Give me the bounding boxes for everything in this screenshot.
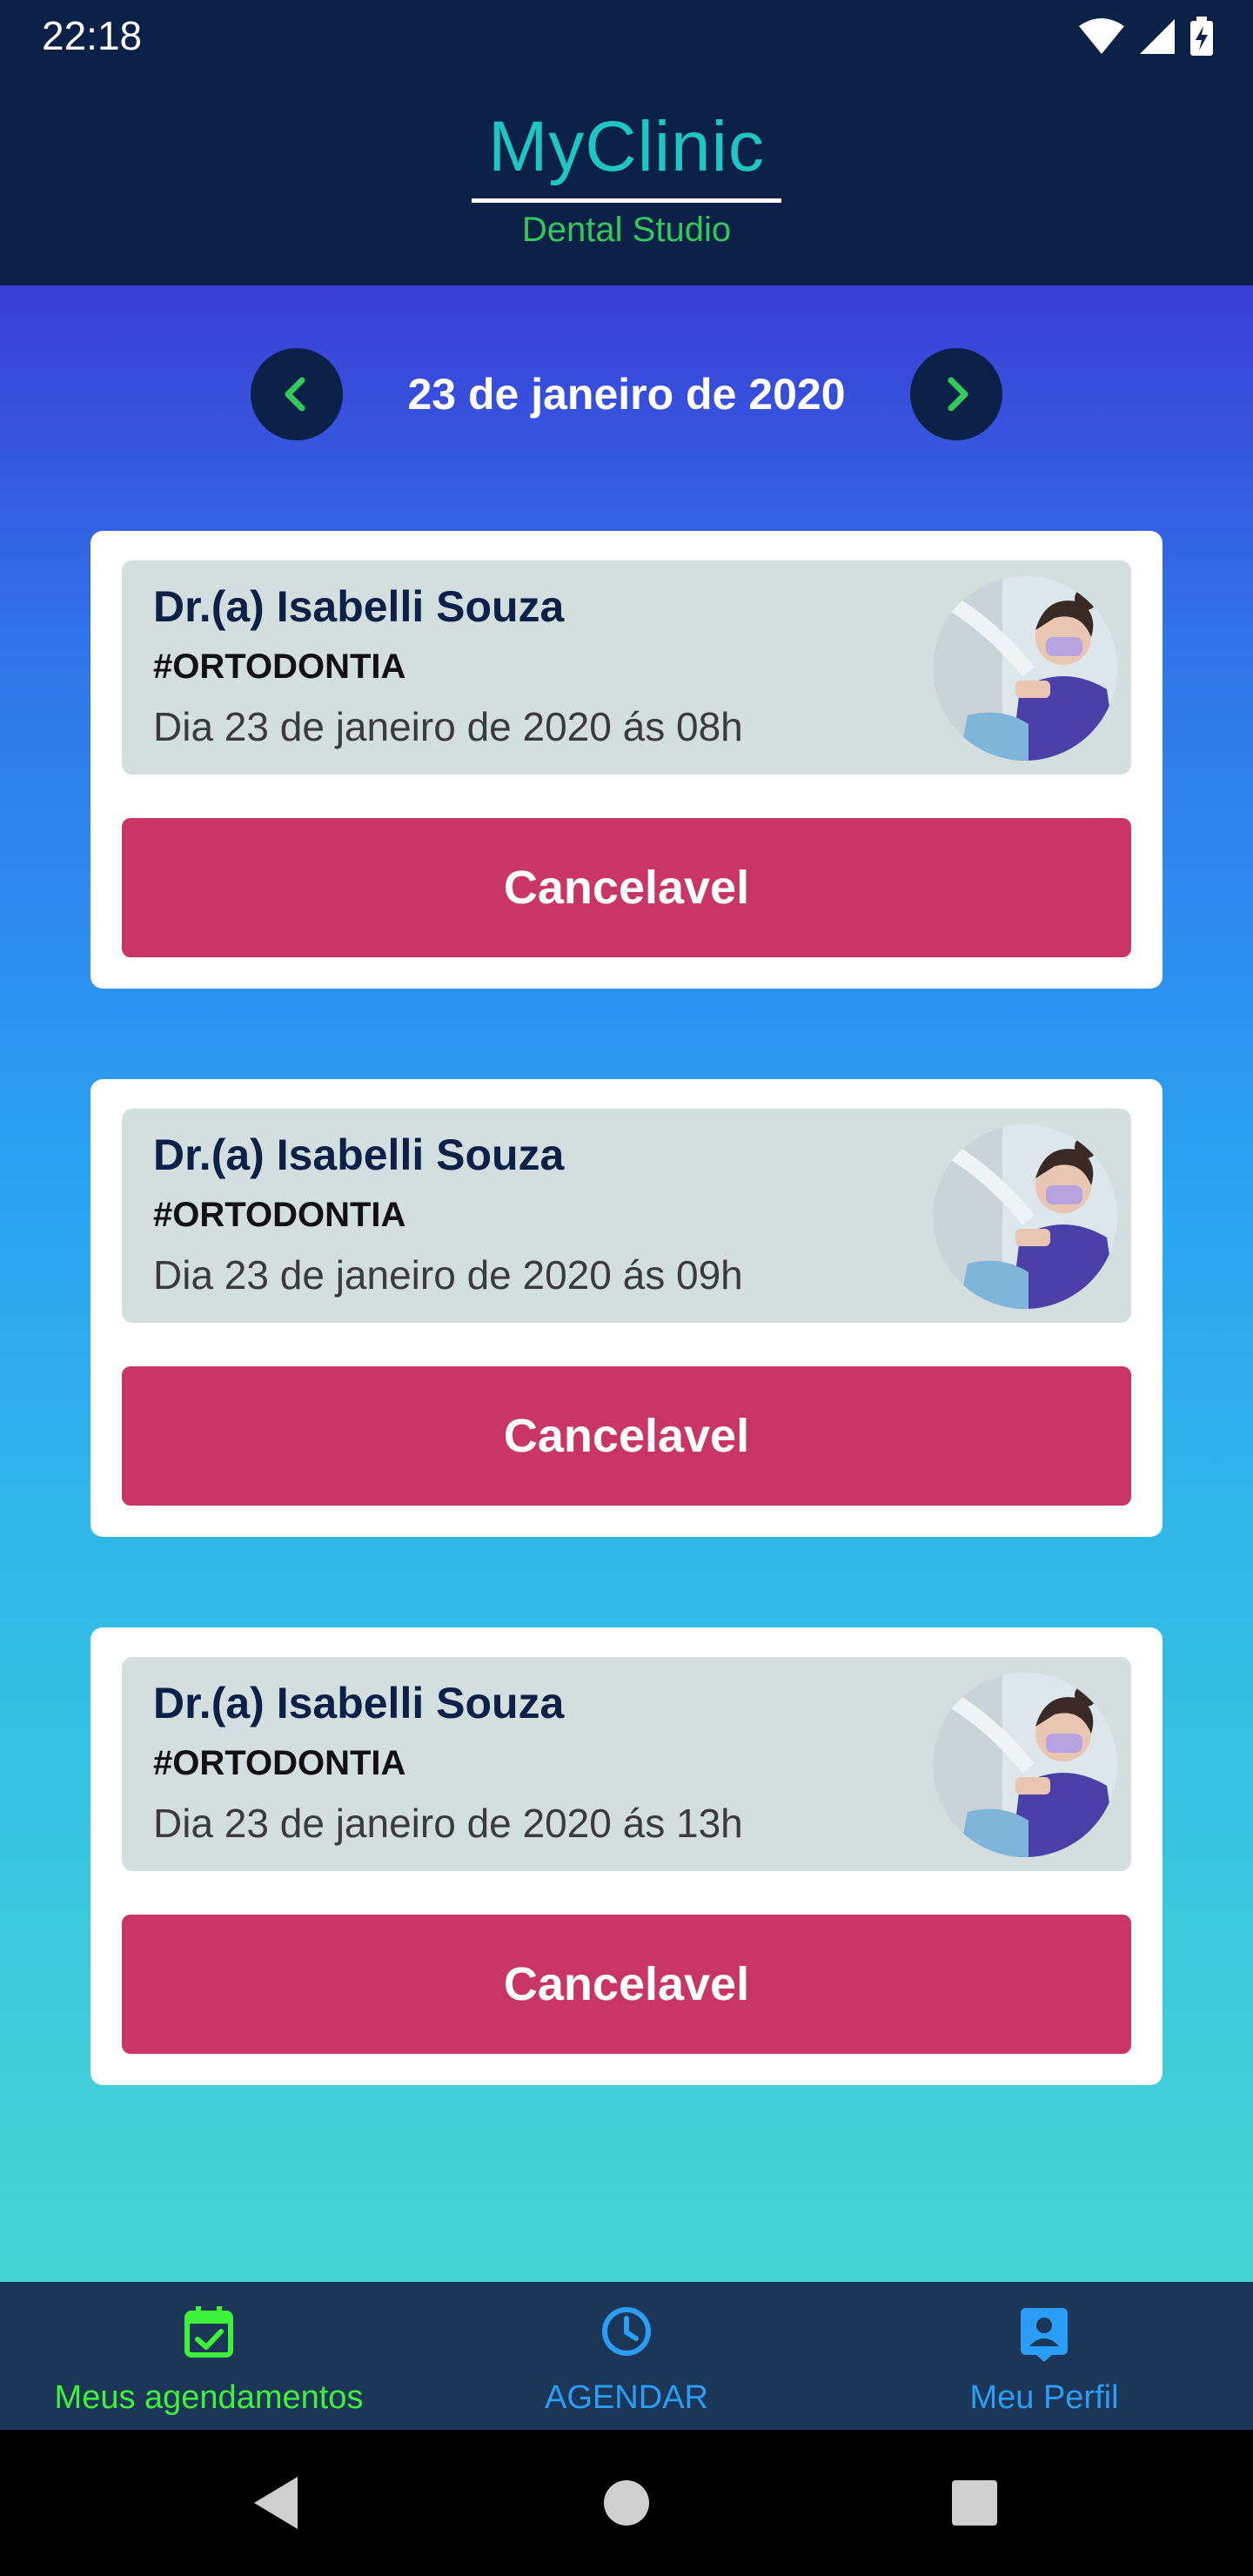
tab-label: Meu Perfil bbox=[969, 2379, 1119, 2416]
specialty-tag: #ORTODONTIA bbox=[153, 1744, 406, 1782]
wifi-icon bbox=[1079, 18, 1124, 54]
tab-meus-agendamentos[interactable]: Meus agendamentos bbox=[0, 2282, 418, 2430]
tab-meu-perfil[interactable]: Meu Perfil bbox=[835, 2282, 1253, 2430]
appointment-card: Dr.(a) Isabelli Souza #ORTODONTIA Dia 23… bbox=[90, 531, 1163, 989]
appointment-info: Dr.(a) Isabelli Souza #ORTODONTIA Dia 23… bbox=[122, 1657, 1131, 1871]
system-navigation-bar bbox=[0, 2430, 1253, 2576]
specialty-tag: #ORTODONTIA bbox=[153, 647, 406, 686]
cancel-appointment-button[interactable]: Cancelavel bbox=[122, 1366, 1131, 1506]
status-time: 22:18 bbox=[42, 13, 143, 58]
back-icon[interactable] bbox=[245, 2470, 312, 2536]
selected-date: 23 de janeiro de 2020 bbox=[407, 370, 846, 419]
appointment-card: Dr.(a) Isabelli Souza #ORTODONTIA Dia 23… bbox=[90, 1079, 1163, 1537]
cancel-appointment-button[interactable]: Cancelavel bbox=[122, 1915, 1131, 2054]
doctor-name: Dr.(a) Isabelli Souza bbox=[153, 1679, 565, 1727]
appointment-info: Dr.(a) Isabelli Souza #ORTODONTIA Dia 23… bbox=[122, 1109, 1131, 1323]
doctor-avatar bbox=[933, 576, 1117, 761]
bottom-navigation: Meus agendamentos AGENDAR Meu Perfil bbox=[0, 2282, 1253, 2430]
status-bar: 22:18 bbox=[0, 0, 1253, 73]
status-icons bbox=[1077, 16, 1215, 57]
appointment-datetime: Dia 23 de janeiro de 2020 ás 08h bbox=[153, 704, 743, 749]
home-icon[interactable] bbox=[593, 2470, 660, 2536]
doctor-name: Dr.(a) Isabelli Souza bbox=[153, 1130, 565, 1179]
calendar-check-icon bbox=[184, 2306, 233, 2358]
app-header: MyClinic Dental Studio bbox=[0, 73, 1253, 285]
doctor-name: Dr.(a) Isabelli Souza bbox=[153, 582, 565, 631]
appointment-datetime: Dia 23 de janeiro de 2020 ás 13h bbox=[153, 1801, 743, 1846]
date-navigator: 23 de janeiro de 2020 bbox=[0, 348, 1253, 444]
cancel-appointment-button[interactable]: Cancelavel bbox=[122, 818, 1131, 957]
appointment-datetime: Dia 23 de janeiro de 2020 ás 09h bbox=[153, 1252, 743, 1298]
clock-icon bbox=[602, 2307, 651, 2356]
signal-icon bbox=[1140, 19, 1175, 54]
title-underline bbox=[472, 198, 781, 203]
appointment-card: Dr.(a) Isabelli Souza #ORTODONTIA Dia 23… bbox=[90, 1627, 1163, 2085]
battery-charging-icon bbox=[1190, 17, 1213, 56]
recents-icon[interactable] bbox=[941, 2470, 1008, 2536]
app-title: MyClinic bbox=[488, 107, 765, 186]
profile-card-icon bbox=[1021, 2308, 1068, 2362]
tab-agendar[interactable]: AGENDAR bbox=[418, 2282, 835, 2430]
chevron-right-icon bbox=[948, 377, 968, 412]
tab-label: Meus agendamentos bbox=[54, 2379, 364, 2416]
doctor-avatar bbox=[933, 1124, 1117, 1309]
appointment-info: Dr.(a) Isabelli Souza #ORTODONTIA Dia 23… bbox=[122, 560, 1131, 775]
tab-label: AGENDAR bbox=[545, 2379, 708, 2416]
specialty-tag: #ORTODONTIA bbox=[153, 1196, 406, 1234]
next-day-button[interactable] bbox=[910, 348, 1002, 440]
app-subtitle: Dental Studio bbox=[521, 211, 732, 249]
doctor-avatar bbox=[933, 1673, 1117, 1857]
appointments-screen: 23 de janeiro de 2020 Dr.(a) Isabelli So… bbox=[0, 285, 1253, 2282]
